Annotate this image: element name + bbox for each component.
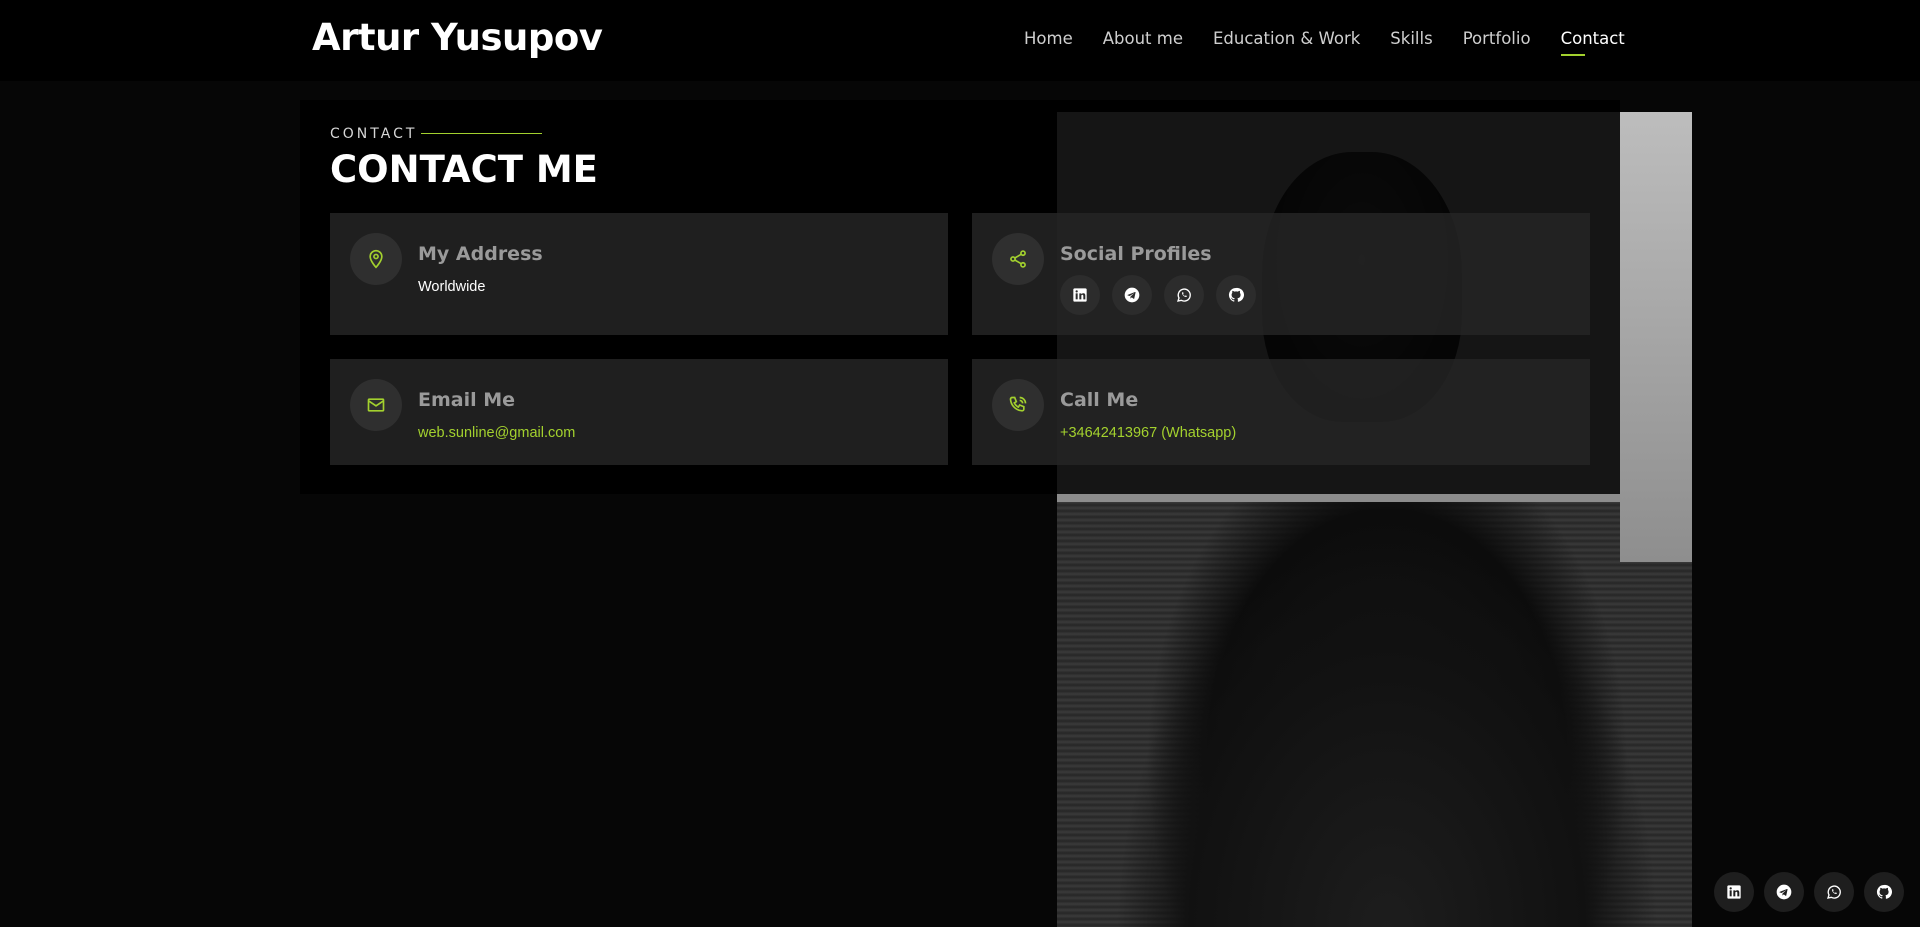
main-nav: Home About me Education & Work Skills Po… (1024, 29, 1625, 56)
phone-link[interactable]: +34642413967 (Whatsapp) (1060, 425, 1236, 441)
nav-home[interactable]: Home (1024, 29, 1073, 48)
nav-education-work[interactable]: Education & Work (1213, 29, 1360, 48)
linkedin-icon[interactable] (1060, 275, 1100, 315)
social-links (1060, 275, 1256, 315)
site-header: Artur Yusupov Home About me Education & … (0, 0, 1920, 81)
nav-skills[interactable]: Skills (1390, 29, 1432, 48)
email-link[interactable]: web.sunline@gmail.com (418, 425, 575, 441)
github-icon[interactable] (1864, 872, 1904, 912)
address-text: Worldwide (418, 279, 486, 295)
nav-about[interactable]: About me (1103, 29, 1183, 48)
address-title: My Address (418, 243, 543, 265)
section-title: CONTACT ME (330, 148, 598, 191)
email-card: Email Me web.sunline@gmail.com (330, 359, 948, 465)
github-icon[interactable] (1216, 275, 1256, 315)
linkedin-icon[interactable] (1714, 872, 1754, 912)
call-card: Call Me +34642413967 (Whatsapp) (972, 359, 1590, 465)
nav-contact[interactable]: Contact (1560, 29, 1625, 56)
whatsapp-icon[interactable] (1164, 275, 1204, 315)
floating-social-bar (1714, 872, 1904, 912)
telegram-icon[interactable] (1764, 872, 1804, 912)
mail-icon (350, 379, 402, 431)
telegram-icon[interactable] (1112, 275, 1152, 315)
brand-logo[interactable]: Artur Yusupov (312, 16, 603, 59)
address-card: My Address Worldwide (330, 213, 948, 335)
share-icon (992, 233, 1044, 285)
whatsapp-icon[interactable] (1814, 872, 1854, 912)
social-card: Social Profiles (972, 213, 1590, 335)
call-title: Call Me (1060, 389, 1139, 411)
social-title: Social Profiles (1060, 243, 1212, 265)
map-pin-icon (350, 233, 402, 285)
nav-portfolio[interactable]: Portfolio (1463, 29, 1531, 48)
section-kicker: CONTACT (330, 126, 418, 142)
kicker-line (421, 133, 542, 134)
email-title: Email Me (418, 389, 516, 411)
phone-icon (992, 379, 1044, 431)
